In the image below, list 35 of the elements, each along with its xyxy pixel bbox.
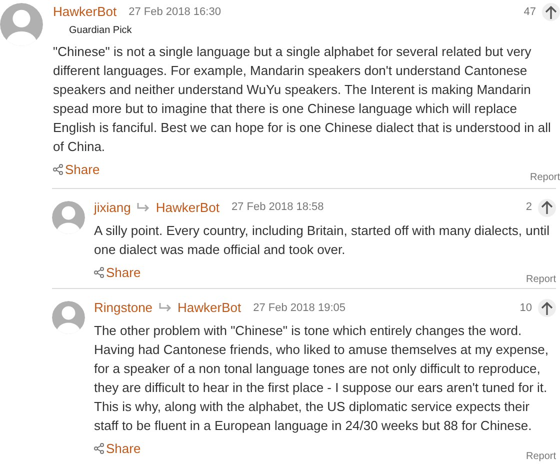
up-arrow-icon: [541, 302, 553, 314]
author-link[interactable]: Ringstone: [94, 298, 153, 318]
author-link[interactable]: HawkerBot: [53, 2, 117, 22]
reply-arrow-icon: [136, 202, 150, 212]
share-icon: [94, 443, 104, 454]
share-link[interactable]: Share: [53, 160, 100, 180]
timestamp: 27 Feb 2018 16:30: [128, 4, 221, 20]
recommend-button[interactable]: [538, 299, 556, 317]
avatar-icon: [0, 3, 43, 46]
author-link[interactable]: jixiang: [94, 198, 131, 218]
comment-text: "Chinese" is not a single language but a single alphabet for several related but very different languages. For example, Mandarin speakers don't understand Cantonese speakers and neither understand WuYu speakers. The Interent is making Mandarin spead more but to imagine that there is one Chinese language which will replace English is fanciful. Best we can hope for is one Chinese dialect that is understood in all of China.: [53, 43, 552, 156]
timestamp: 27 Feb 2018 18:58: [231, 200, 324, 216]
up-arrow-icon: [541, 201, 553, 214]
recommend-count: 10: [520, 300, 532, 316]
recommend-count: 47: [524, 4, 536, 20]
report-link[interactable]: Report: [530, 170, 560, 184]
reply-to-link[interactable]: HawkerBot: [156, 198, 220, 218]
timestamp: 27 Feb 2018 19:05: [253, 300, 346, 316]
reply-arrow-icon: [158, 303, 172, 313]
recommend-count: 2: [526, 200, 532, 216]
up-arrow-icon: [545, 6, 557, 18]
avatar-icon: [52, 200, 85, 234]
avatar-icon: [52, 301, 85, 334]
share-link[interactable]: Share: [94, 262, 141, 282]
report-link[interactable]: Report: [526, 272, 556, 287]
recommend-button[interactable]: [538, 198, 556, 216]
report-link[interactable]: Report: [526, 448, 556, 464]
share-link[interactable]: Share: [94, 439, 141, 458]
share-icon: [53, 164, 63, 176]
recommend-button[interactable]: [542, 3, 560, 21]
guardian-pick-label: Guardian Pick: [69, 24, 133, 38]
reply-to-link[interactable]: HawkerBot: [178, 298, 242, 318]
comment-text: A silly point. Every country, including Britain, started off with many dialects, until one dialect was made official and took over.: [94, 222, 550, 258]
share-icon: [94, 266, 104, 278]
comment-text: The other problem with "Chinese" is tone which entirely changes the word. Having had Cantonese friends, who liked to amuse themselves at my expense, for a speaker of a non tonal language tones are not only difficult to reproduce, they are difficult to hear in the first place - I suppose our ears aren't tuned for it. This is why, along with the alphabet, the US diplomatic service expects their staff to be fluent in a European language in 24/30 weeks but 88 for Chinese.: [94, 322, 550, 435]
